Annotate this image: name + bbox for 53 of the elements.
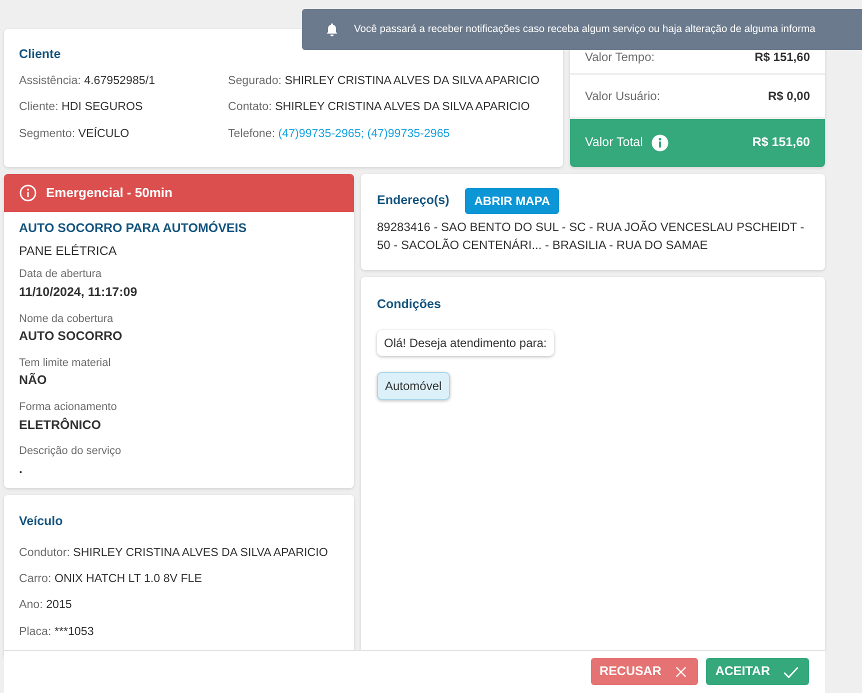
bell-icon: [324, 22, 340, 38]
field-label: Descrição do serviço: [19, 444, 122, 460]
field-value: HDI SEGUROS: [62, 100, 143, 114]
field-label: Carro:: [19, 572, 52, 585]
service-title: AUTO SOCORRO PARA AUTOMÓVEIS: [19, 220, 248, 237]
section-title: Endereço(s): [377, 192, 450, 210]
value-label: Valor Usuário:: [585, 88, 660, 105]
address-text: 89283416 - SAO BENTO DO SUL - SC - RUA JOÃO VENCESLAU PSCHEIDT - 50 - SACOLÃO CENTENÁRI... - BRASILIA - RUA DO SAMAE: [377, 218, 806, 254]
info-icon: [650, 134, 669, 152]
field-label: Telefone:: [228, 126, 276, 140]
section-title: Cliente: [19, 46, 62, 63]
value-label: Valor Tempo:: [585, 48, 655, 66]
total-amount: R$ 151,60: [752, 134, 810, 152]
option-chip[interactable]: Automóvel: [377, 372, 450, 400]
field-label: Assistência:: [19, 74, 82, 87]
map-button[interactable]: ABRIR MAPA: [465, 188, 560, 214]
field-label: Segurado:: [228, 74, 283, 87]
section-title: Condições: [377, 296, 442, 313]
field-value: ***1053: [54, 624, 94, 638]
field-label: Condutor:: [19, 546, 71, 559]
field-label: Cliente:: [19, 100, 60, 114]
field-label: Segmento:: [19, 126, 76, 140]
total-label: Valor Total: [585, 134, 643, 152]
field-label: Ano:: [19, 598, 44, 612]
field-value: SHIRLEY CRISTINA ALVES DA SILVA APARICIO: [284, 74, 540, 87]
field-value: SHIRLEY CRISTINA ALVES DA SILVA APARICIO: [73, 546, 328, 559]
field-label: Placa:: [19, 624, 52, 638]
field-label: Nome da cobertura: [19, 312, 114, 327]
value-amount: R$ 0,00: [768, 88, 810, 105]
field-label: Data de abertura: [19, 267, 103, 282]
chat-bubble: Olá! Deseja atendimento para:: [377, 330, 554, 356]
service-subtitle: PANE ELÉTRICA: [19, 242, 118, 260]
field-value: NÃO: [19, 372, 48, 390]
field-value: AUTO SOCORRO: [19, 328, 124, 346]
field-value: .: [19, 460, 24, 478]
section-title: Veículo: [19, 512, 64, 530]
field-label: Contato:: [228, 100, 273, 114]
field-value: 4.67952985/1: [84, 74, 156, 87]
notification-text: Você passará a receber notificações caso receba algum serviço ou haja alteração de alguma informa: [354, 22, 816, 37]
alert-text: Emergencial - 50min: [46, 184, 172, 202]
field-label: Tem limite material: [19, 356, 112, 371]
value-amount: R$ 151,60: [754, 48, 810, 66]
field-label: Forma acionamento: [19, 400, 118, 416]
field-value: VEÍCULO: [78, 126, 130, 140]
field-value: ELETRÔNICO: [19, 416, 102, 434]
reject-button[interactable]: RECUSAR: [590, 658, 698, 686]
field-value: SHIRLEY CRISTINA ALVES DA SILVA APARICIO: [275, 100, 530, 114]
accept-button[interactable]: ACEITAR: [706, 658, 809, 686]
phone-link[interactable]: (47)99735-2965; (47)99735-2965: [278, 126, 450, 140]
field-value: ONIX HATCH LT 1.0 8V FLE: [54, 572, 202, 585]
field-value: 11/10/2024, 11:17:09: [19, 284, 138, 301]
info-icon: [19, 184, 37, 202]
field-value: 2015: [46, 598, 72, 612]
